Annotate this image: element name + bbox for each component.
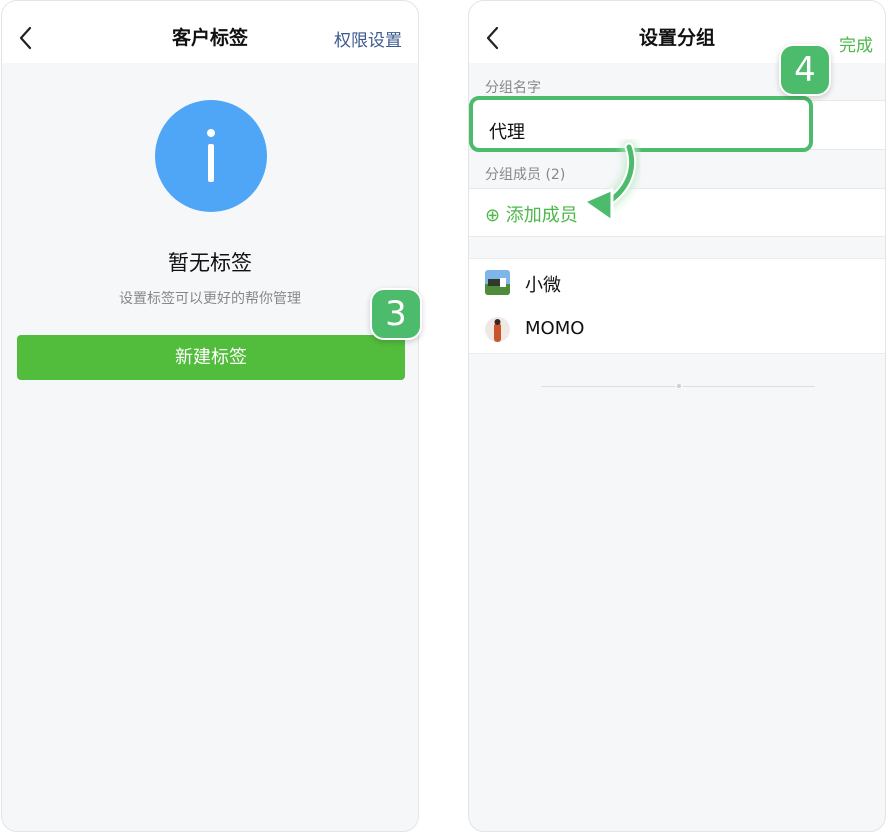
end-dot <box>677 384 681 388</box>
done-button[interactable]: 完成 <box>839 31 873 56</box>
empty-state-subtitle: 设置标签可以更好的帮你管理 <box>119 291 301 307</box>
step-4-badge: 4 <box>779 44 831 96</box>
member-name: MOMO <box>525 318 585 339</box>
group-name-value: 代理 <box>489 122 525 143</box>
back-chevron-icon[interactable] <box>16 25 38 51</box>
avatar <box>485 270 510 295</box>
permission-settings-link[interactable]: 权限设置 <box>334 26 402 51</box>
add-member-button[interactable]: ⊕ 添加成员 <box>485 201 578 227</box>
customer-tags-screen: 客户标签 权限设置 暂无标签 设置标签可以更好的帮你管理 新建标签 <box>1 0 419 832</box>
member-name: 小微 <box>525 275 561 296</box>
group-name-label: 分组名字 <box>485 80 541 96</box>
end-divider-right <box>683 386 815 387</box>
end-divider-left <box>541 386 675 387</box>
nav-bar: 客户标签 权限设置 <box>2 1 418 63</box>
member-row[interactable]: MOMO <box>469 306 885 354</box>
group-settings-screen: 设置分组 完成 分组名字 代理 分组成员 (2) ⊕ 添加成员 小微 MOMO <box>468 0 886 832</box>
avatar <box>485 317 510 342</box>
new-tag-button[interactable]: 新建标签 <box>17 335 405 380</box>
member-row[interactable]: 小微 <box>469 258 885 307</box>
step-3-badge: 3 <box>370 288 422 340</box>
info-icon <box>155 100 267 212</box>
back-chevron-icon[interactable] <box>483 25 505 51</box>
empty-state-title: 暂无标签 <box>168 251 252 275</box>
pointer-arrow-icon <box>582 139 640 223</box>
group-members-label: 分组成员 (2) <box>485 167 566 183</box>
